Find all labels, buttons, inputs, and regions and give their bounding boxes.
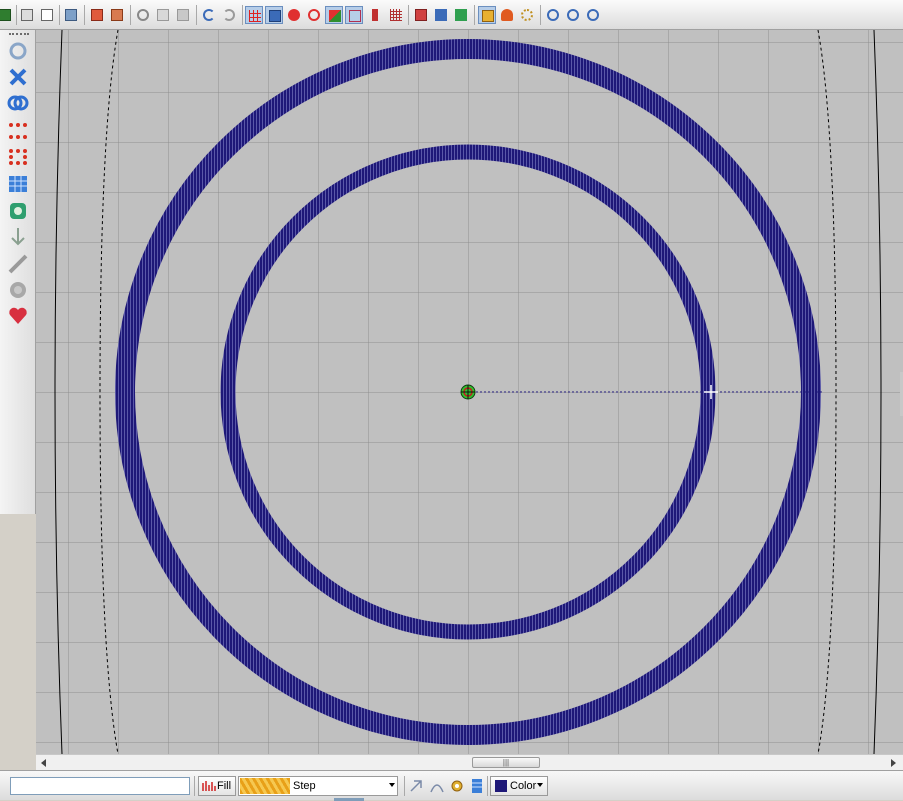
properties-toolbar: Fill Step Color	[0, 770, 903, 801]
rotate-icon[interactable]	[7, 40, 29, 62]
delete-icon[interactable]	[7, 66, 29, 88]
tools-toolbar	[0, 30, 36, 514]
horizontal-scrollbar[interactable]: |||	[36, 754, 903, 770]
align-icon[interactable]	[432, 6, 450, 24]
zoom-out-icon[interactable]	[544, 6, 562, 24]
fill-stitch-icon	[202, 781, 216, 791]
thread-color-swatch	[495, 780, 507, 792]
run-stitch-icon[interactable]	[7, 120, 29, 142]
zoom-in-icon[interactable]	[564, 6, 582, 24]
color-view-icon[interactable]	[325, 6, 343, 24]
color-label: Color	[510, 780, 537, 792]
toolbar-separator	[487, 776, 488, 796]
print-preview-icon[interactable]	[38, 6, 56, 24]
grid-fill-icon[interactable]	[7, 173, 29, 195]
scroll-left-icon[interactable]	[39, 758, 49, 768]
applique-icon[interactable]	[7, 200, 29, 222]
paste-icon[interactable]	[174, 6, 192, 24]
copy-icon[interactable]	[154, 6, 172, 24]
send-to-machine-icon[interactable]	[62, 6, 80, 24]
main-toolbar	[0, 0, 903, 30]
toolbar-separator	[130, 5, 131, 25]
toolbar-separator	[194, 776, 195, 796]
toolbar-separator	[196, 5, 197, 25]
settings-gear-icon[interactable]	[448, 776, 466, 796]
export-icon[interactable]	[108, 6, 126, 24]
toolbar-separator	[242, 5, 243, 25]
toolbar-grip[interactable]	[9, 33, 29, 37]
object-name-field[interactable]	[10, 777, 190, 795]
scroll-right-icon[interactable]	[888, 758, 898, 768]
color-button[interactable]: Color	[490, 776, 548, 796]
toolbar-separator	[540, 5, 541, 25]
show-grid-icon[interactable]	[245, 6, 263, 24]
path-select-icon[interactable]	[408, 776, 426, 796]
triple-run-icon[interactable]	[7, 146, 29, 168]
fit-icon[interactable]	[478, 6, 496, 24]
show-hoop-icon[interactable]	[265, 6, 283, 24]
group-icon[interactable]	[412, 6, 430, 24]
heart-icon[interactable]	[7, 305, 29, 327]
feather-icon[interactable]	[7, 253, 29, 275]
start-point-marker[interactable]	[460, 384, 476, 400]
zoom-fit-icon[interactable]	[584, 6, 602, 24]
chevron-down-icon	[537, 783, 543, 787]
toolbar-separator	[404, 776, 405, 796]
mirror-icon[interactable]	[7, 92, 29, 114]
person-icon[interactable]	[498, 6, 516, 24]
fill-type-value: Step	[293, 780, 316, 792]
toolbar-separator	[84, 5, 85, 25]
print-icon[interactable]	[18, 6, 36, 24]
toolbar-separator	[474, 5, 475, 25]
fill-label: Fill	[217, 780, 232, 792]
reshape-icon[interactable]	[428, 776, 446, 796]
density-icon[interactable]	[468, 776, 486, 796]
toolbar-separator	[16, 5, 17, 25]
undo-icon[interactable]	[200, 6, 218, 24]
show-stitches-icon[interactable]	[285, 6, 303, 24]
chevron-down-icon	[389, 783, 395, 787]
fill-type-dropdown[interactable]: Step	[238, 776, 398, 796]
wireframe-icon[interactable]	[345, 6, 363, 24]
sphere-icon[interactable]	[7, 279, 29, 301]
fill-button[interactable]: Fill	[198, 776, 236, 796]
toolbar-separator	[408, 5, 409, 25]
show-points-icon[interactable]	[305, 6, 323, 24]
import-icon[interactable]	[88, 6, 106, 24]
swirl-icon[interactable]	[518, 6, 536, 24]
design-canvas[interactable]	[36, 29, 903, 755]
grid-view-icon[interactable]	[387, 6, 405, 24]
toolbar-separator	[59, 5, 60, 25]
cut-icon[interactable]	[134, 6, 152, 24]
step-pattern-swatch	[240, 778, 290, 794]
tool-icon[interactable]	[366, 6, 384, 24]
redo-icon[interactable]	[220, 6, 238, 24]
stack-icon[interactable]	[452, 6, 470, 24]
arrow-down-icon[interactable]	[7, 226, 29, 248]
scroll-thumb[interactable]: |||	[472, 757, 540, 768]
save-icon[interactable]	[0, 6, 14, 24]
